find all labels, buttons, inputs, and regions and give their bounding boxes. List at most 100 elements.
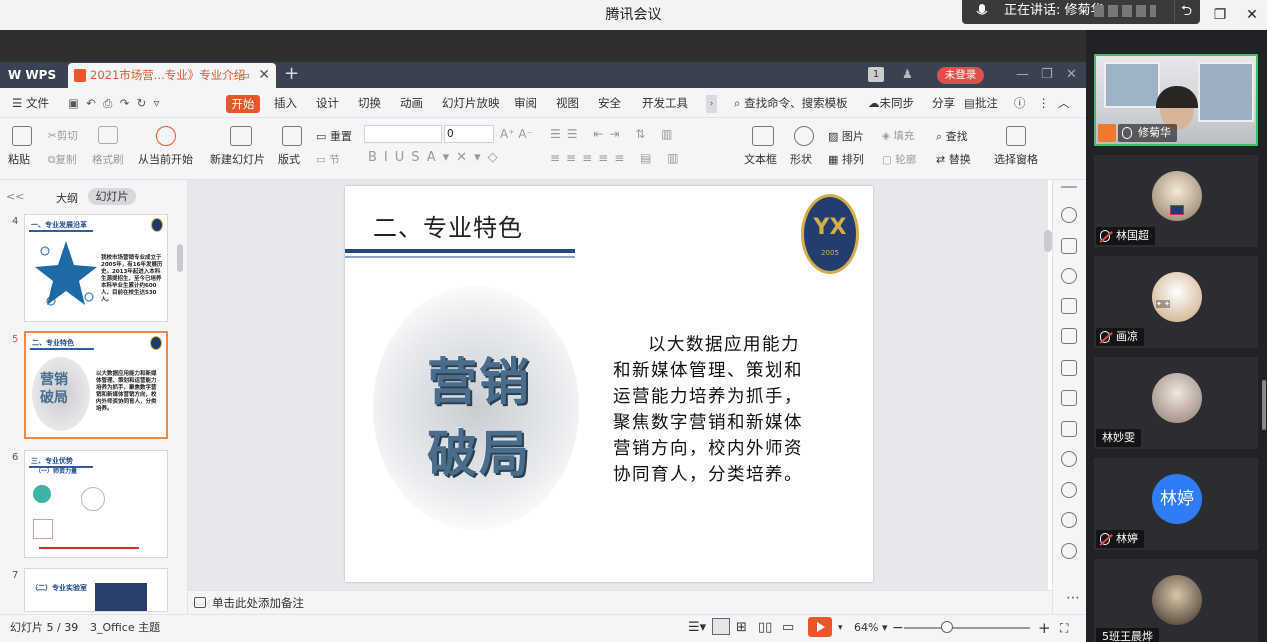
- tab-animation[interactable]: 动画: [400, 88, 423, 118]
- rail-more-icon[interactable]: ⋯: [1066, 590, 1080, 606]
- replace-button[interactable]: ⇄ 替换: [936, 151, 971, 167]
- close-app-icon[interactable]: ✕: [1066, 62, 1077, 88]
- format-painter-icon[interactable]: [98, 126, 118, 144]
- slide-title[interactable]: 二、专业特色: [373, 208, 523, 243]
- participant-tile[interactable]: 林妙雯: [1094, 357, 1258, 449]
- tab-slides[interactable]: 幻灯片: [88, 188, 136, 205]
- from-current-button[interactable]: 从当前开始: [138, 151, 193, 167]
- tshirt-skin-icon[interactable]: ♟: [902, 67, 916, 82]
- new-slide-icon[interactable]: [230, 126, 252, 146]
- more-menu-icon[interactable]: ⋮: [1038, 88, 1050, 118]
- more-tabs-icon[interactable]: ›: [706, 95, 717, 113]
- new-slide-button[interactable]: 新建幻灯片: [210, 151, 265, 167]
- tab-outline[interactable]: 大纲: [56, 190, 78, 206]
- help-icon[interactable]: ⓘ: [1014, 88, 1026, 118]
- font-size-field[interactable]: 0: [444, 125, 494, 143]
- participant-tile[interactable]: 林婷 林婷: [1094, 458, 1258, 550]
- notes-area[interactable]: 单击此处添加备注: [188, 590, 1052, 614]
- fit-window-icon[interactable]: ⛶: [1060, 614, 1068, 642]
- thumbnail-scrollbar[interactable]: [177, 244, 183, 272]
- copy-button[interactable]: ⧉复制: [48, 152, 77, 167]
- paste-button[interactable]: 粘贴: [8, 151, 30, 167]
- pin-icon[interactable]: [1061, 207, 1077, 223]
- wps-logo[interactable]: W WPS: [0, 62, 64, 88]
- notes-toggle-icon[interactable]: ☰▾: [688, 614, 706, 642]
- canvas-scrollbar[interactable]: [1044, 230, 1052, 252]
- normal-view-icon[interactable]: [712, 618, 730, 635]
- paste-icon[interactable]: [12, 126, 32, 146]
- shield-icon[interactable]: [1061, 482, 1077, 498]
- tab-insert[interactable]: 插入: [274, 88, 297, 118]
- picture-icon[interactable]: [1061, 421, 1077, 437]
- cut-button[interactable]: ✂剪切: [48, 128, 78, 143]
- tab-security[interactable]: 安全: [598, 88, 621, 118]
- tab-slideshow[interactable]: 幻灯片放映: [442, 88, 500, 118]
- textbox-button[interactable]: 文本框: [744, 151, 777, 167]
- zoom-level[interactable]: 64% ▾: [854, 614, 887, 642]
- new-tab-button[interactable]: +: [284, 62, 304, 88]
- document-tab[interactable]: 2021市场营...专业》专业介绍 ▭ ✕: [68, 63, 276, 88]
- comment-button[interactable]: ▤批注: [964, 88, 998, 118]
- collapse-ribbon-icon[interactable]: ︿: [1058, 88, 1070, 118]
- slide-thumbnail[interactable]: 三、专业优势 （一）师资力量: [24, 450, 168, 558]
- slide-thumbnail[interactable]: 一、专业发展沿革 我校市场营销专业成立于2005年，有16年发展历史。2013年…: [24, 214, 168, 322]
- select-pane-icon[interactable]: [1006, 126, 1026, 146]
- play-slideshow-button[interactable]: [808, 617, 832, 637]
- arrange-button[interactable]: ▦ 排列: [828, 151, 864, 167]
- slide-body-text[interactable]: 以大数据应用能力和新媒体管理、策划和运营能力培养为抓手，聚焦数字营销和新媒体营销…: [613, 332, 809, 488]
- reading-view-icon[interactable]: ▯▯: [758, 614, 772, 642]
- play-dropdown-icon[interactable]: ▾: [838, 614, 843, 642]
- section-button[interactable]: ▭ 节: [316, 152, 340, 167]
- layout-button[interactable]: 版式: [278, 151, 300, 167]
- participant-tile[interactable]: 5班王晨烨: [1094, 559, 1258, 642]
- tab-start[interactable]: 开始: [226, 95, 260, 113]
- print-icon[interactable]: ⎙: [103, 96, 112, 110]
- file-menu[interactable]: ☰ 文件: [12, 88, 49, 118]
- settings-sliders-icon[interactable]: [1061, 328, 1077, 344]
- zoom-in-button[interactable]: +: [1038, 614, 1051, 642]
- login-button[interactable]: 未登录: [937, 67, 984, 84]
- tab-transition[interactable]: 切换: [358, 88, 381, 118]
- quick-access-icons[interactable]: ▣ ↶ ⎙ ↷ ↻ ▿: [68, 88, 159, 118]
- participant-tile[interactable]: 林国超: [1094, 155, 1258, 247]
- layout-icon[interactable]: [282, 126, 302, 146]
- share-button[interactable]: 分享: [932, 88, 955, 118]
- shape-icon[interactable]: [794, 126, 814, 146]
- select-pane-button[interactable]: 选择窗格: [994, 151, 1038, 167]
- picture-button[interactable]: ▨ 图片: [828, 128, 864, 144]
- remark-view-icon[interactable]: ▭: [782, 614, 794, 642]
- slide-thumbnail-selected[interactable]: 二、专业特色 营销 破局 以大数据应用能力和新媒体管理、策划和运营能力培养为抓手，…: [24, 331, 168, 439]
- collapse-speaker-icon[interactable]: ⮌: [1174, 0, 1198, 22]
- more-icon[interactable]: ↻: [137, 96, 147, 110]
- zoom-slider-track[interactable]: [904, 627, 1030, 629]
- close-tab-icon[interactable]: ✕: [258, 63, 270, 88]
- redo-icon[interactable]: ↷: [120, 96, 130, 110]
- format-painter-button[interactable]: 格式刷: [92, 152, 124, 167]
- find-button[interactable]: ⌕ 查找: [936, 128, 968, 144]
- play-from-current-icon[interactable]: [156, 126, 176, 146]
- layers-icon[interactable]: [1061, 238, 1077, 254]
- participant-scrollbar[interactable]: [1262, 380, 1266, 430]
- text-format-icons[interactable]: BIUSA▾✕▾◇: [368, 150, 505, 165]
- slide-thumbnail[interactable]: （二）专业实验室: [24, 568, 168, 612]
- align-icons[interactable]: ≡≡≡≡≡ ▤ ▥: [550, 151, 685, 165]
- monitor-icon[interactable]: ▭: [240, 63, 250, 88]
- reset-button[interactable]: ▭ 重置: [316, 128, 352, 144]
- participant-tile-speaking[interactable]: 修菊华: [1094, 54, 1258, 146]
- fill-button[interactable]: ◈ 填充: [882, 128, 914, 143]
- zoom-out-button[interactable]: −: [892, 614, 904, 642]
- history-icon[interactable]: [1061, 512, 1077, 528]
- participant-tile[interactable]: ✦ ✦ 画凉: [1094, 256, 1258, 348]
- collapse-pane-icon[interactable]: <<: [6, 190, 24, 203]
- outline-button[interactable]: ▢ 轮廓: [882, 152, 916, 167]
- dropdown-icon[interactable]: ▿: [154, 96, 160, 110]
- maximize-icon[interactable]: ❐: [1041, 62, 1053, 88]
- archive-icon[interactable]: [1061, 390, 1077, 406]
- undo-icon[interactable]: ↶: [86, 96, 96, 110]
- sync-button[interactable]: ☁未同步: [868, 88, 914, 118]
- search-commands[interactable]: ⌕ 查找命令、搜索模板: [734, 88, 848, 118]
- theme-name[interactable]: 3_Office 主题: [90, 614, 160, 642]
- image-edit-icon[interactable]: [1061, 360, 1077, 376]
- close-window-icon[interactable]: ✕: [1240, 4, 1264, 26]
- help-circle-icon[interactable]: [1061, 543, 1077, 559]
